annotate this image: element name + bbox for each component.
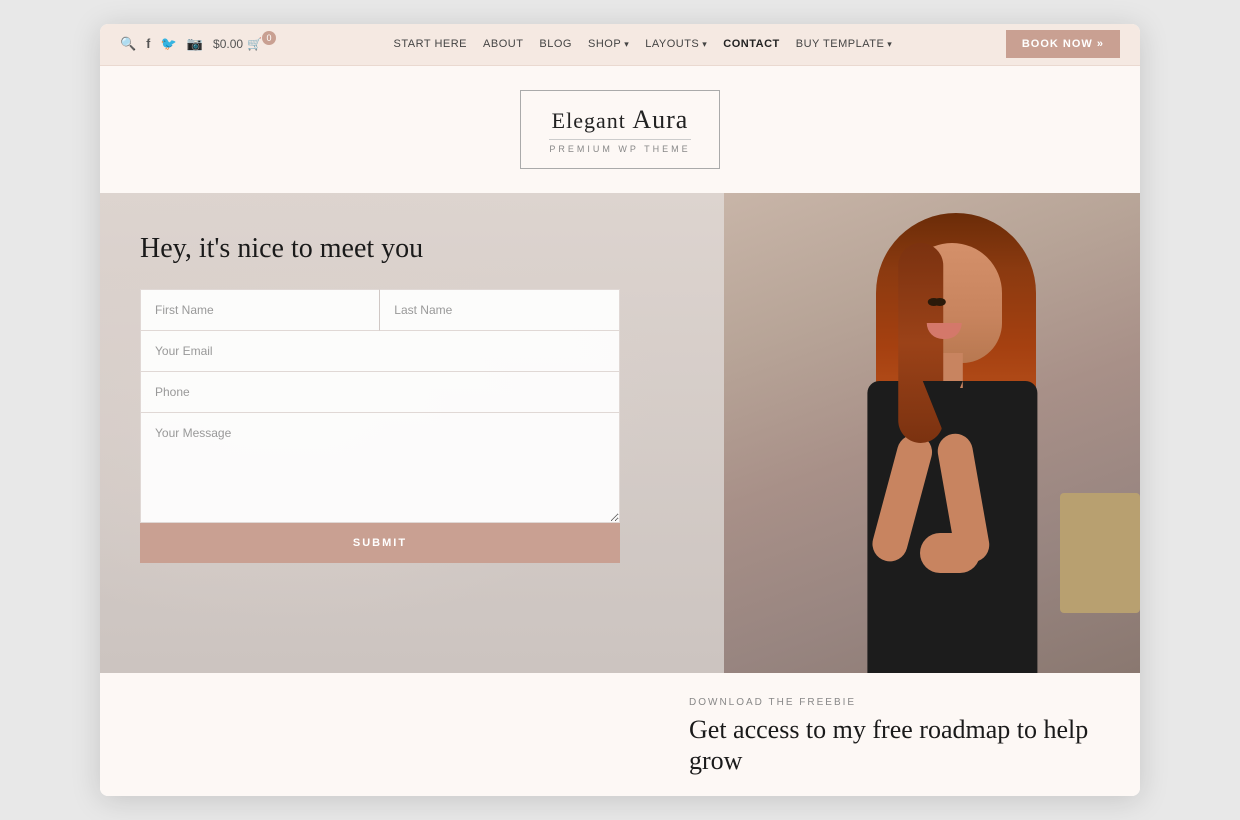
hero-right	[724, 193, 1140, 673]
nav-buy-template[interactable]: BUY TEMPLATE	[796, 38, 893, 50]
nav-layouts[interactable]: LAYOUTS	[645, 38, 707, 50]
hero-left: Hey, it's nice to meet you SUBMIT	[100, 193, 724, 673]
hero-heading: Hey, it's nice to meet you	[140, 233, 694, 265]
contact-form: SUBMIT	[140, 289, 620, 563]
top-bar-left: 🔍 𝐟 🐦 📷 $0.00 🛒0	[120, 36, 280, 52]
cart-icon[interactable]: 🛒	[247, 37, 262, 51]
logo-text: Elegant Aura	[549, 105, 690, 135]
top-bar: 🔍 𝐟 🐦 📷 $0.00 🛒0 START HERE ABOUT BLOG S…	[100, 24, 1140, 66]
freebie-label: DOWNLOAD THE FREEBIE	[689, 697, 1110, 708]
message-textarea[interactable]	[140, 413, 620, 523]
book-now-button[interactable]: BOOK NOW	[1006, 30, 1120, 58]
name-row	[140, 289, 620, 331]
nav-shop[interactable]: SHOP	[588, 38, 629, 50]
hero-section: Hey, it's nice to meet you SUBMIT	[100, 193, 1140, 673]
nav-about[interactable]: ABOUT	[483, 38, 523, 50]
freebie-heading: Get access to my free roadmap to help gr…	[689, 714, 1110, 776]
cart-area[interactable]: $0.00 🛒0	[213, 37, 280, 51]
logo-script: Aura	[632, 105, 688, 134]
submit-button[interactable]: SUBMIT	[140, 523, 620, 563]
search-icon[interactable]: 🔍	[120, 36, 136, 52]
logo-serif: Elegant	[552, 108, 626, 133]
bottom-left	[130, 697, 669, 776]
email-input[interactable]	[140, 331, 620, 372]
logo-box: Elegant Aura PREMIUM WP THEME	[520, 90, 719, 169]
instagram-icon[interactable]: 📷	[187, 36, 203, 52]
cart-price: $0.00	[213, 37, 243, 51]
first-name-input[interactable]	[140, 289, 380, 331]
bottom-right: DOWNLOAD THE FREEBIE Get access to my fr…	[669, 697, 1110, 776]
top-nav: START HERE ABOUT BLOG SHOP LAYOUTS CONTA…	[394, 38, 893, 50]
bottom-section: DOWNLOAD THE FREEBIE Get access to my fr…	[100, 673, 1140, 796]
browser-window: 🔍 𝐟 🐦 📷 $0.00 🛒0 START HERE ABOUT BLOG S…	[100, 24, 1140, 796]
phone-input[interactable]	[140, 372, 620, 413]
facebook-icon[interactable]: 𝐟	[146, 36, 150, 52]
nav-contact[interactable]: CONTACT	[723, 38, 779, 50]
twitter-icon[interactable]: 🐦	[161, 36, 177, 52]
nav-blog[interactable]: BLOG	[539, 38, 572, 50]
last-name-input[interactable]	[380, 289, 620, 331]
hero-content: Hey, it's nice to meet you SUBMIT	[140, 233, 694, 563]
cart-badge: 0	[262, 31, 276, 45]
logo-bar: Elegant Aura PREMIUM WP THEME	[100, 66, 1140, 193]
nav-start-here[interactable]: START HERE	[394, 38, 467, 50]
logo-subtitle: PREMIUM WP THEME	[549, 139, 690, 154]
